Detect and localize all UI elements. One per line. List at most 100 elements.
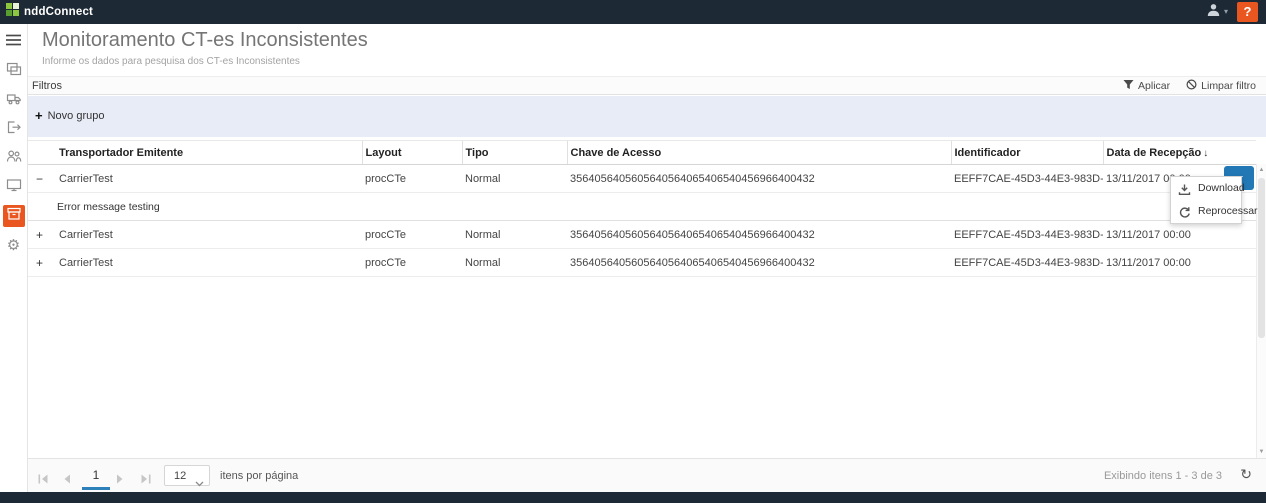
cell-identificador: EEFF7CAE-45D3-44E3-983D-666564F24... xyxy=(951,249,1103,277)
scroll-up-icon[interactable]: ▲ xyxy=(1257,167,1266,173)
detail-row: Error message testing xyxy=(28,193,1256,221)
clear-filter-label: Limpar filtro xyxy=(1201,80,1256,92)
plus-icon: + xyxy=(35,109,43,122)
cell-transportador: CarrierTest xyxy=(56,249,362,277)
pagination-bar: 1 12 itens por página Exibindo itens 1 -… xyxy=(28,458,1266,492)
cell-chave: 3564056405605640564065406540456966400432 xyxy=(567,165,951,193)
col-chave[interactable]: Chave de Acesso xyxy=(567,141,951,165)
users-icon xyxy=(6,148,22,169)
cell-data-recepcao: 13/11/2017 00:00 xyxy=(1103,249,1256,277)
brand[interactable]: nddConnect xyxy=(6,3,93,21)
cell-chave: 3564056405605640564065406540456966400432 xyxy=(567,221,951,249)
expand-cell[interactable]: − xyxy=(28,165,56,193)
page-size-select[interactable]: 12 xyxy=(164,465,210,486)
cell-text: Normal xyxy=(465,257,500,269)
sidebar-menu-toggle[interactable] xyxy=(3,31,25,53)
col-data-recepcao[interactable]: Data de Recepção↓ xyxy=(1103,141,1256,165)
sidebar: ⚙ xyxy=(0,24,28,492)
col-transportador-label: Transportador Emitente xyxy=(59,147,183,159)
col-layout[interactable]: Layout xyxy=(362,141,462,165)
brand-name: nddConnect xyxy=(24,6,93,18)
scroll-down-icon[interactable]: ▼ xyxy=(1257,449,1266,455)
col-identificador-label: Identificador xyxy=(955,147,1021,159)
sidebar-item-users[interactable] xyxy=(3,147,25,169)
filter-builder-panel: + Novo grupo xyxy=(28,96,1266,137)
results-table: Transportador Emitente Layout Tipo Chave… xyxy=(28,140,1256,277)
col-identificador[interactable]: Identificador xyxy=(951,141,1103,165)
sidebar-item-screen[interactable] xyxy=(3,176,25,198)
current-page-number[interactable]: 1 xyxy=(86,468,106,482)
row-actions-menu: Download Reprocessar xyxy=(1170,176,1242,224)
cell-text: 3564056405605640564065406540456966400432 xyxy=(570,257,815,269)
sidebar-item-settings[interactable]: ⚙ xyxy=(3,234,25,256)
filters-title: Filtros xyxy=(32,80,62,92)
new-group-button[interactable]: + Novo grupo xyxy=(35,109,104,122)
filter-funnel-icon xyxy=(1123,79,1134,93)
col-transportador[interactable]: Transportador Emitente xyxy=(56,141,362,165)
cell-text: procCTe xyxy=(365,229,406,241)
current-page-indicator xyxy=(82,487,110,490)
cell-text: Normal xyxy=(465,173,500,185)
expand-cell[interactable]: + xyxy=(28,249,56,277)
cell-text: EEFF7CAE-45D3-44E3-983D-666564F24... xyxy=(954,173,1103,185)
topbar: nddConnect ▾ ? xyxy=(0,0,1266,24)
pagination-summary: Exibindo itens 1 - 3 de 3 xyxy=(1104,470,1222,482)
cell-text: procCTe xyxy=(365,257,406,269)
menu-item-reprocess[interactable]: Reprocessar xyxy=(1171,200,1241,223)
brand-logo-icon xyxy=(6,3,19,21)
cell-transportador: CarrierTest xyxy=(56,165,362,193)
filters-bar: Filtros Aplicar Limpar filtro xyxy=(28,76,1266,95)
help-button[interactable]: ? xyxy=(1237,2,1258,22)
menu-item-download[interactable]: Download xyxy=(1171,177,1241,200)
expand-cell[interactable]: + xyxy=(28,221,56,249)
refresh-icon[interactable]: ↻ xyxy=(1240,467,1252,481)
main-content: Monitoramento CT-es Inconsistentes Infor… xyxy=(28,24,1266,492)
archive-box-icon xyxy=(6,206,22,227)
cell-text: CarrierTest xyxy=(59,229,113,241)
col-expand xyxy=(28,141,56,165)
expand-row-button[interactable]: + xyxy=(36,228,43,242)
cell-transportador: CarrierTest xyxy=(56,221,362,249)
col-chave-label: Chave de Acesso xyxy=(571,147,662,159)
cell-layout: procCTe xyxy=(362,249,462,277)
caret-down-icon: ▾ xyxy=(1224,8,1228,16)
col-tipo[interactable]: Tipo xyxy=(462,141,567,165)
cell-chave: 3564056405605640564065406540456966400432 xyxy=(567,249,951,277)
table-row[interactable]: + CarrierTest procCTe Normal 35640564056… xyxy=(28,221,1256,249)
cell-text: CarrierTest xyxy=(59,173,113,185)
last-page-button[interactable] xyxy=(140,471,151,489)
cell-text: Normal xyxy=(465,229,500,241)
table-header-row: Transportador Emitente Layout Tipo Chave… xyxy=(28,141,1256,165)
user-icon xyxy=(1206,2,1221,22)
expand-row-button[interactable]: + xyxy=(36,256,43,270)
collapse-row-button[interactable]: − xyxy=(36,172,43,186)
sidebar-item-cte-monitor[interactable] xyxy=(3,205,25,227)
prev-page-button[interactable] xyxy=(62,471,71,489)
sidebar-item-export[interactable] xyxy=(3,118,25,140)
sort-desc-icon: ↓ xyxy=(1203,148,1208,159)
col-layout-label: Layout xyxy=(366,147,402,159)
apply-filter-button[interactable]: Aplicar xyxy=(1123,79,1170,93)
cell-text: EEFF7CAE-45D3-44E3-983D-666564F24... xyxy=(954,229,1103,241)
items-per-page-label: itens por página xyxy=(220,470,298,482)
scrollbar-thumb[interactable] xyxy=(1258,178,1265,338)
col-data-label: Data de Recepção xyxy=(1107,147,1202,159)
windows-icon xyxy=(6,61,22,82)
chevron-down-icon xyxy=(195,474,204,492)
user-menu[interactable]: ▾ xyxy=(1206,2,1228,22)
page-subtitle: Informe os dados para pesquisa dos CT-es… xyxy=(42,56,300,67)
sidebar-item-monitor[interactable] xyxy=(3,60,25,82)
first-page-button[interactable] xyxy=(38,471,49,489)
cell-text: procCTe xyxy=(365,173,406,185)
sidebar-item-truck[interactable] xyxy=(3,89,25,111)
circle-slash-icon xyxy=(1186,79,1197,93)
cell-text: 3564056405605640564065406540456966400432 xyxy=(570,229,815,241)
gear-icon: ⚙ xyxy=(7,238,20,253)
topbar-right: ▾ ? xyxy=(1206,2,1260,22)
cell-layout: procCTe xyxy=(362,221,462,249)
table-row[interactable]: − CarrierTest procCTe Normal 35640564056… xyxy=(28,165,1256,193)
next-page-button[interactable] xyxy=(116,471,125,489)
filters-actions: Aplicar Limpar filtro xyxy=(1123,79,1256,93)
table-row[interactable]: + CarrierTest procCTe Normal 35640564056… xyxy=(28,249,1256,277)
clear-filter-button[interactable]: Limpar filtro xyxy=(1186,79,1256,93)
